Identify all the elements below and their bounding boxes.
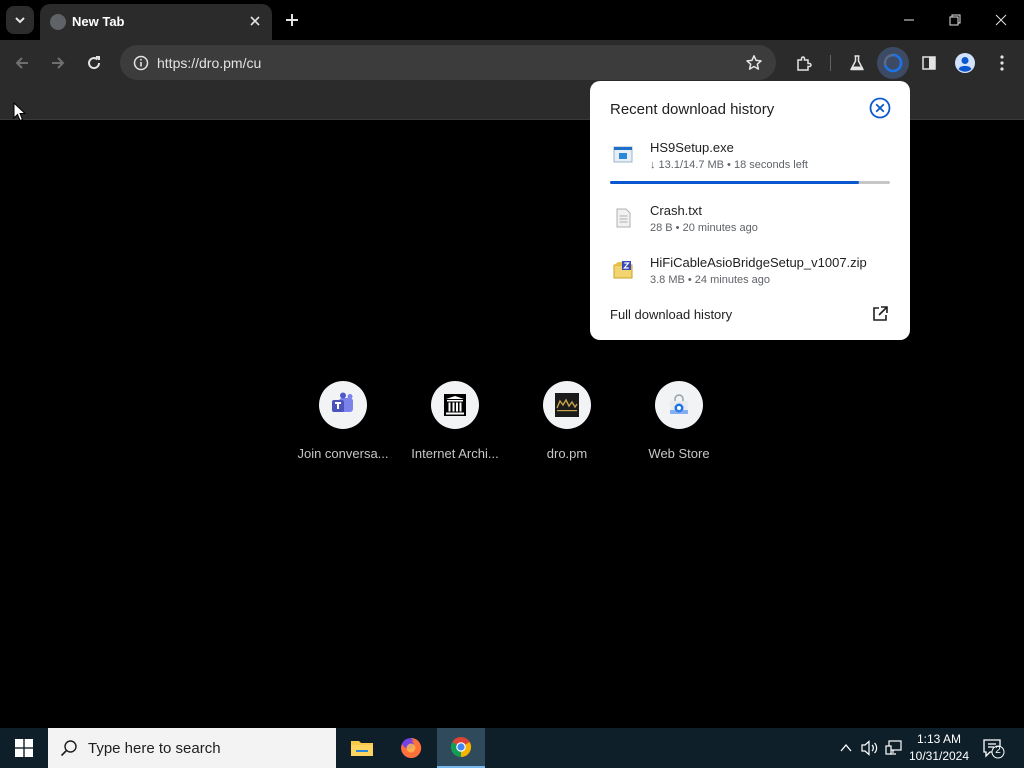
- url-text[interactable]: https://dro.pm/cu: [157, 55, 261, 71]
- tab-close-button[interactable]: [244, 10, 266, 32]
- show-hidden-icons-button[interactable]: [836, 738, 856, 758]
- download-filename: HiFiCableAsioBridgeSetup_v1007.zip: [650, 255, 867, 270]
- side-panel-icon: [922, 56, 936, 70]
- taskbar-chrome[interactable]: [437, 728, 485, 768]
- minimize-button[interactable]: [886, 0, 932, 40]
- windows-logo-icon: [15, 739, 33, 757]
- shortcut-label: Internet Archi...: [411, 446, 499, 461]
- text-file-icon: [616, 208, 631, 228]
- download-item[interactable]: Crash.txt 28 B • 20 minutes ago: [590, 203, 910, 247]
- download-status: ↓ 13.1/14.7 MB • 18 seconds left: [650, 159, 808, 171]
- chevron-up-icon: [840, 743, 852, 752]
- shortcut-tile[interactable]: Web Store: [623, 380, 735, 470]
- forward-button[interactable]: [42, 47, 74, 79]
- puzzle-icon: [797, 56, 812, 71]
- speaker-icon: [861, 740, 878, 756]
- arrow-right-icon: [52, 57, 65, 69]
- downloads-button[interactable]: [877, 47, 909, 79]
- flask-icon: [850, 55, 864, 71]
- download-progress-fill: [610, 181, 860, 184]
- taskbar: Type here to search 1:13 AM 10/31/2024 2: [0, 728, 1024, 768]
- notification-count: 2: [995, 745, 1001, 756]
- new-tab-button[interactable]: [280, 8, 304, 32]
- full-download-history-link[interactable]: Full download history: [610, 307, 732, 322]
- download-filename: HS9Setup.exe: [650, 140, 734, 155]
- shortcut-tile[interactable]: Join conversa...: [287, 380, 399, 470]
- toolbar-separator: [830, 55, 831, 71]
- download-bubble-title: Recent download history: [610, 101, 775, 118]
- toolbar: https://dro.pm/cu: [0, 40, 1024, 86]
- download-item[interactable]: HiFiCableAsioBridgeSetup_v1007.zip 3.8 M…: [590, 255, 910, 299]
- tab-new-tab[interactable]: New Tab: [40, 4, 272, 40]
- reload-button[interactable]: [78, 47, 110, 79]
- tab-title: New Tab: [72, 14, 125, 29]
- open-in-new-icon[interactable]: [870, 304, 890, 324]
- folder-icon: [351, 741, 373, 756]
- taskbar-clock[interactable]: 1:13 AM 10/31/2024: [900, 731, 978, 765]
- dropm-icon: [543, 381, 591, 429]
- tab-strip: New Tab: [0, 0, 1024, 40]
- labs-button[interactable]: [841, 47, 873, 79]
- taskbar-search-placeholder: Type here to search: [88, 740, 221, 757]
- chrome-icon: [450, 737, 472, 758]
- tab-search-button[interactable]: [6, 6, 34, 34]
- taskbar-file-explorer[interactable]: [338, 728, 386, 768]
- archive-icon: [431, 381, 479, 429]
- shortcut-label: dro.pm: [546, 446, 588, 461]
- avatar-icon: [955, 53, 975, 73]
- volume-button[interactable]: [860, 738, 880, 758]
- zip-file-icon: [613, 261, 633, 279]
- restore-button[interactable]: [932, 0, 978, 40]
- site-info-icon[interactable]: [128, 50, 154, 76]
- download-progress-icon: [883, 53, 903, 73]
- arrow-left-icon: [15, 57, 28, 69]
- close-icon: [995, 14, 1007, 26]
- clock-time: 1:13 AM: [916, 732, 962, 746]
- download-bubble: Recent download history HS9Setup.exe ↓ 1…: [590, 81, 910, 340]
- clock-date: 10/31/2024: [908, 749, 970, 763]
- back-button[interactable]: [6, 47, 38, 79]
- exe-file-icon: [613, 146, 633, 163]
- shortcut-label: Web Store: [648, 446, 710, 461]
- download-status: 3.8 MB • 24 minutes ago: [650, 274, 771, 286]
- shortcut-tile[interactable]: Internet Archi...: [399, 380, 511, 470]
- search-icon: [60, 740, 77, 757]
- download-filename: Crash.txt: [650, 203, 703, 218]
- globe-icon: [50, 14, 66, 30]
- profile-button[interactable]: [949, 47, 981, 79]
- reload-icon: [88, 56, 101, 70]
- chevron-down-icon: [15, 17, 25, 24]
- menu-button[interactable]: [986, 47, 1018, 79]
- plus-icon: [286, 14, 298, 26]
- shortcut-label: Join conversa...: [297, 446, 389, 461]
- download-status: 28 B • 20 minutes ago: [650, 222, 758, 234]
- mouse-cursor-icon: [13, 102, 27, 122]
- shortcut-tile[interactable]: dro.pm: [511, 380, 623, 470]
- close-icon: [250, 16, 260, 26]
- close-window-button[interactable]: [978, 0, 1024, 40]
- side-panel-button[interactable]: [913, 47, 945, 79]
- taskbar-search-box[interactable]: Type here to search: [48, 728, 336, 768]
- firefox-icon: [401, 737, 422, 758]
- start-button[interactable]: [0, 728, 48, 768]
- taskbar-firefox[interactable]: [387, 728, 435, 768]
- minimize-icon: [904, 19, 914, 21]
- teams-icon: [319, 381, 367, 429]
- close-circle-icon: [869, 97, 891, 119]
- more-vertical-icon: [1000, 55, 1004, 71]
- address-bar[interactable]: https://dro.pm/cu: [120, 45, 776, 80]
- action-center-button[interactable]: 2: [980, 736, 1006, 760]
- restore-icon: [949, 14, 961, 26]
- download-item[interactable]: HS9Setup.exe ↓ 13.1/14.7 MB • 18 seconds…: [590, 140, 910, 184]
- extensions-button[interactable]: [788, 47, 820, 79]
- download-bubble-close-button[interactable]: [868, 96, 892, 120]
- webstore-icon: [655, 381, 703, 429]
- bookmark-star-icon[interactable]: [740, 49, 768, 77]
- download-progress-bar: [610, 181, 890, 184]
